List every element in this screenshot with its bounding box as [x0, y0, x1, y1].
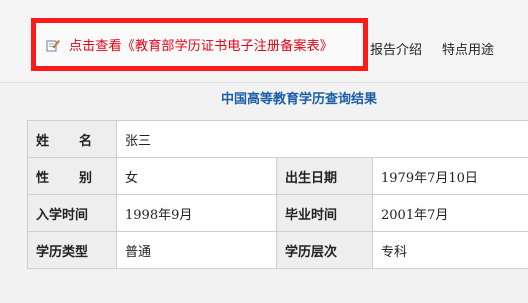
- table-row: 性 别 女 出生日期 1979年7月10日: [27, 157, 528, 195]
- result-title: 中国高等教育学历查询结果: [220, 92, 377, 107]
- birth-date-value: 1979年7月10日: [371, 157, 528, 195]
- graduation-date-label: 毕业时间: [276, 194, 373, 232]
- name-value: 张三: [115, 120, 528, 158]
- tab-features[interactable]: 特点用途: [442, 39, 494, 58]
- table-row: 学历类型 普通 学历层次 专科: [27, 231, 528, 269]
- table-row: 入学时间 1998年9月 毕业时间 2001年7月: [27, 194, 528, 232]
- edit-note-icon: [46, 39, 60, 51]
- gender-value: 女: [116, 157, 277, 195]
- enroll-date-value: 1998年9月: [116, 194, 277, 232]
- enroll-date-label: 入学时间: [27, 194, 117, 232]
- education-type-value: 普通: [116, 231, 277, 269]
- graduation-date-value: 2001年7月: [371, 194, 528, 232]
- education-level-label: 学历层次: [276, 231, 373, 269]
- education-type-label: 学历类型: [27, 231, 117, 269]
- education-level-value: 专科: [371, 231, 528, 269]
- gender-label: 性 别: [27, 157, 117, 195]
- name-label: 姓 名: [27, 120, 117, 158]
- birth-date-label: 出生日期: [276, 157, 373, 195]
- registration-form-link[interactable]: 点击查看《教育部学历证书电子注册备案表》: [69, 35, 333, 54]
- student-info-table: 姓 名 张三 性 别 女 出生日期 1979年7月10日 入学时间 1998年9…: [27, 120, 528, 269]
- table-row: 姓 名 张三: [27, 120, 528, 158]
- notice-box[interactable]: 点击查看《教育部学历证书电子注册备案表》: [31, 18, 368, 71]
- top-bar: 点击查看《教育部学历证书电子注册备案表》 报告介绍 特点用途: [0, 0, 528, 83]
- tab-report-intro[interactable]: 报告介绍: [370, 39, 422, 58]
